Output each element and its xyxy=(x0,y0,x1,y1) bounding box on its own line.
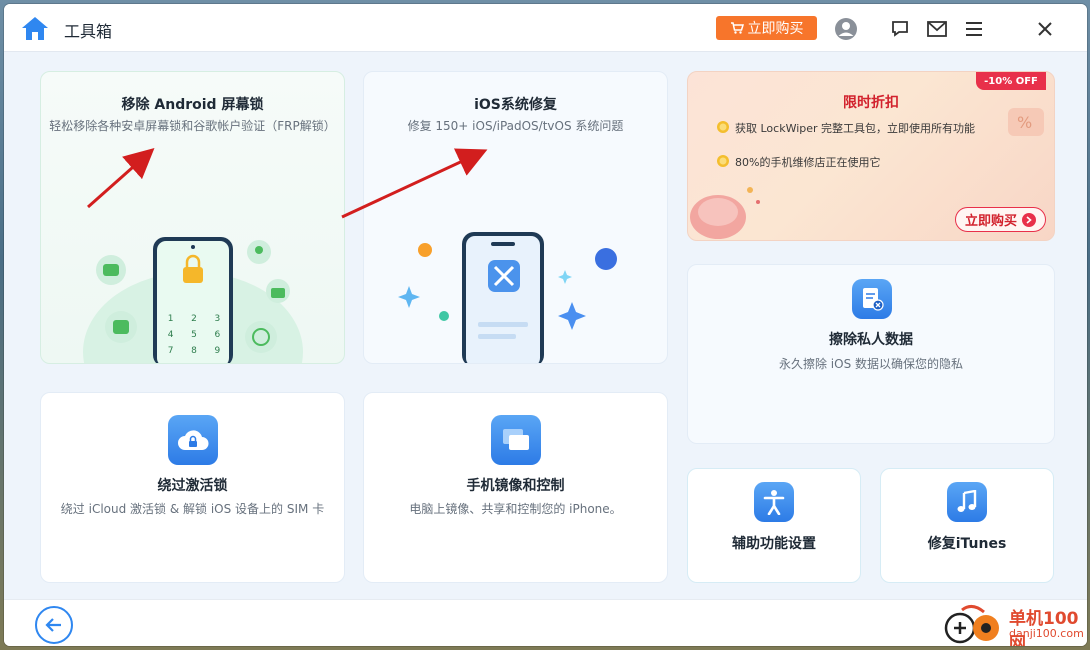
promo-discount-card: -10% OFF 限时折扣 获取 LockWiper 完整工具包，立即使用所有功… xyxy=(687,71,1055,241)
app-title: 工具箱 xyxy=(64,22,113,41)
card-title: 辅助功能设置 xyxy=(732,536,816,552)
keypad-key: 1 xyxy=(167,314,174,324)
menu-icon[interactable] xyxy=(961,16,987,42)
keypad-key: 7 xyxy=(167,346,174,356)
card-description: 电脑上镜像、共享和控制您的 iPhone。 xyxy=(409,502,622,516)
coin-icon xyxy=(717,121,729,133)
keypad-key: 5 xyxy=(191,330,197,340)
erase-data-icon xyxy=(852,279,892,319)
cloud-lock-icon xyxy=(168,415,218,465)
repair-itunes-card[interactable]: 修复iTunes xyxy=(880,468,1054,583)
ios-repair-illustration xyxy=(398,232,617,363)
app-window: 工具箱 立即购买 移除 Android 屏幕锁 轻松移除各种安卓屏幕锁和谷歌帐户… xyxy=(4,4,1087,646)
keypad-key: 9 xyxy=(214,346,221,356)
account-icon[interactable] xyxy=(833,16,859,42)
title-bar: 工具箱 立即购买 xyxy=(4,4,1087,52)
close-icon[interactable] xyxy=(1032,16,1058,42)
card-description: 永久擦除 iOS 数据以确保您的隐私 xyxy=(778,357,964,371)
card-title: 手机镜像和控制 xyxy=(466,478,565,494)
promo-line-2: 80%的手机维修店正在使用它 xyxy=(735,156,881,169)
promo-line-1: 获取 LockWiper 完整工具包，立即使用所有功能 xyxy=(735,122,976,135)
ios-system-repair-card[interactable]: iOS系统修复 修复 150+ iOS/iPadOS/tvOS 系统问题 xyxy=(363,71,668,364)
gift-decoration-icon xyxy=(690,187,760,239)
phone-mirror-control-card[interactable]: 手机镜像和控制 电脑上镜像、共享和控制您的 iPhone。 xyxy=(363,392,668,583)
arrow-right-icon xyxy=(1022,212,1036,227)
keypad-key: 6 xyxy=(214,330,221,340)
card-title: iOS系统修复 xyxy=(474,97,557,113)
card-title: 移除 Android 屏幕锁 xyxy=(121,97,264,113)
accessibility-icon xyxy=(754,482,794,522)
mail-icon[interactable] xyxy=(924,16,950,42)
buy-now-button[interactable]: 立即购买 xyxy=(716,16,817,40)
card-title: 绕过激活锁 xyxy=(157,478,228,494)
coin-icon xyxy=(717,155,729,167)
cart-icon xyxy=(730,22,744,34)
accessibility-settings-card[interactable]: 辅助功能设置 xyxy=(687,468,861,583)
music-note-icon xyxy=(947,482,987,522)
watermark-logo-icon xyxy=(944,605,999,644)
card-title: 擦除私人数据 xyxy=(829,332,913,348)
discount-badge: -10% OFF xyxy=(976,72,1046,90)
bypass-activation-lock-card[interactable]: 绕过激活锁 绕过 iCloud 激活锁 & 解锁 iOS 设备上的 SIM 卡 xyxy=(40,392,345,583)
arrow-left-icon xyxy=(45,618,61,632)
remove-android-lock-card[interactable]: 移除 Android 屏幕锁 轻松移除各种安卓屏幕锁和谷歌帐户验证（FRP解锁）… xyxy=(40,71,345,364)
promo-buy-button[interactable]: 立即购买 xyxy=(955,207,1046,232)
discount-tag-icon: % xyxy=(1008,108,1044,136)
erase-private-data-card[interactable]: 擦除私人数据 永久擦除 iOS 数据以确保您的隐私 xyxy=(687,264,1055,444)
promo-buy-label: 立即购买 xyxy=(964,214,1017,229)
home-icon[interactable] xyxy=(20,14,50,42)
site-watermark: 单机100网 danji100.com xyxy=(942,602,1087,646)
card-description: 修复 150+ iOS/iPadOS/tvOS 系统问题 xyxy=(407,119,624,133)
footer-bar: 单机100网 danji100.com xyxy=(4,599,1087,646)
svg-text:%: % xyxy=(1017,113,1032,132)
keypad-key: 2 xyxy=(191,314,197,324)
keypad-key: 8 xyxy=(191,346,197,356)
keypad-key: 4 xyxy=(167,330,174,340)
keypad-key: 3 xyxy=(214,314,221,324)
card-description: 绕过 iCloud 激活锁 & 解锁 iOS 设备上的 SIM 卡 xyxy=(60,502,325,516)
buy-now-label: 立即购买 xyxy=(747,21,804,37)
card-title: 修复iTunes xyxy=(927,536,1007,552)
feedback-icon[interactable] xyxy=(887,16,913,42)
promo-title: 限时折扣 xyxy=(843,95,899,111)
screen-mirror-icon xyxy=(491,415,541,465)
card-description: 轻松移除各种安卓屏幕锁和谷歌帐户验证（FRP解锁） xyxy=(49,119,336,133)
back-button[interactable] xyxy=(35,606,73,644)
main-content: 移除 Android 屏幕锁 轻松移除各种安卓屏幕锁和谷歌帐户验证（FRP解锁）… xyxy=(4,53,1087,599)
watermark-url: danji100.com xyxy=(1009,627,1084,640)
phone-keypad: 1 2 3 4 5 6 7 8 9 xyxy=(159,314,229,356)
